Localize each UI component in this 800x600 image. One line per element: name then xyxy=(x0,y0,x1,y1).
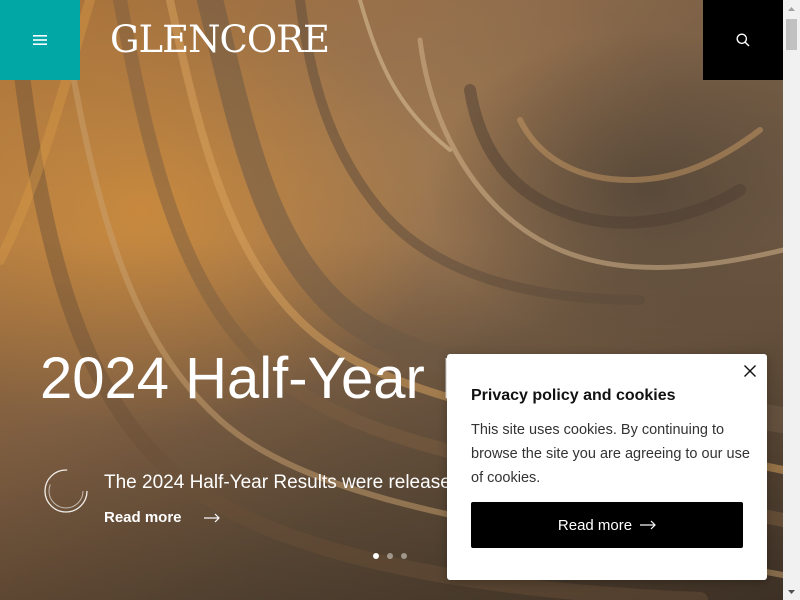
glencore-logo[interactable]: GLENCORE xyxy=(110,18,330,62)
slide-pagination xyxy=(373,553,407,559)
hero-read-more-link[interactable]: Read more xyxy=(104,509,220,526)
arrow-right-icon xyxy=(640,520,656,530)
cookie-read-more-label: Read more xyxy=(557,516,633,534)
slide-progress-icon xyxy=(44,469,88,513)
hamburger-icon xyxy=(33,35,47,45)
hero-read-more-label: Read more xyxy=(104,509,182,526)
close-icon[interactable] xyxy=(743,364,757,378)
cookie-banner-body: This site uses cookies. By continuing to… xyxy=(471,422,750,486)
cookie-banner-title: Privacy policy and cookies xyxy=(471,387,676,404)
search-button[interactable] xyxy=(703,0,783,80)
search-icon xyxy=(736,33,750,47)
scroll-up-arrow-icon[interactable] xyxy=(783,0,800,17)
cookie-banner: Privacy policy and cookies This site use… xyxy=(447,354,767,580)
cookie-read-more-button[interactable]: Read more xyxy=(471,502,743,548)
scrollbar-thumb[interactable] xyxy=(786,19,797,50)
slide-dot-3[interactable] xyxy=(401,553,407,559)
hero-subtitle: The 2024 Half-Year Results were released xyxy=(104,472,462,493)
page-scrollbar[interactable] xyxy=(783,0,800,600)
scroll-down-arrow-icon[interactable] xyxy=(783,583,800,600)
slide-dot-2[interactable] xyxy=(387,553,393,559)
menu-button[interactable] xyxy=(0,0,80,80)
arrow-right-icon xyxy=(203,513,220,522)
slide-dot-1[interactable] xyxy=(373,553,379,559)
